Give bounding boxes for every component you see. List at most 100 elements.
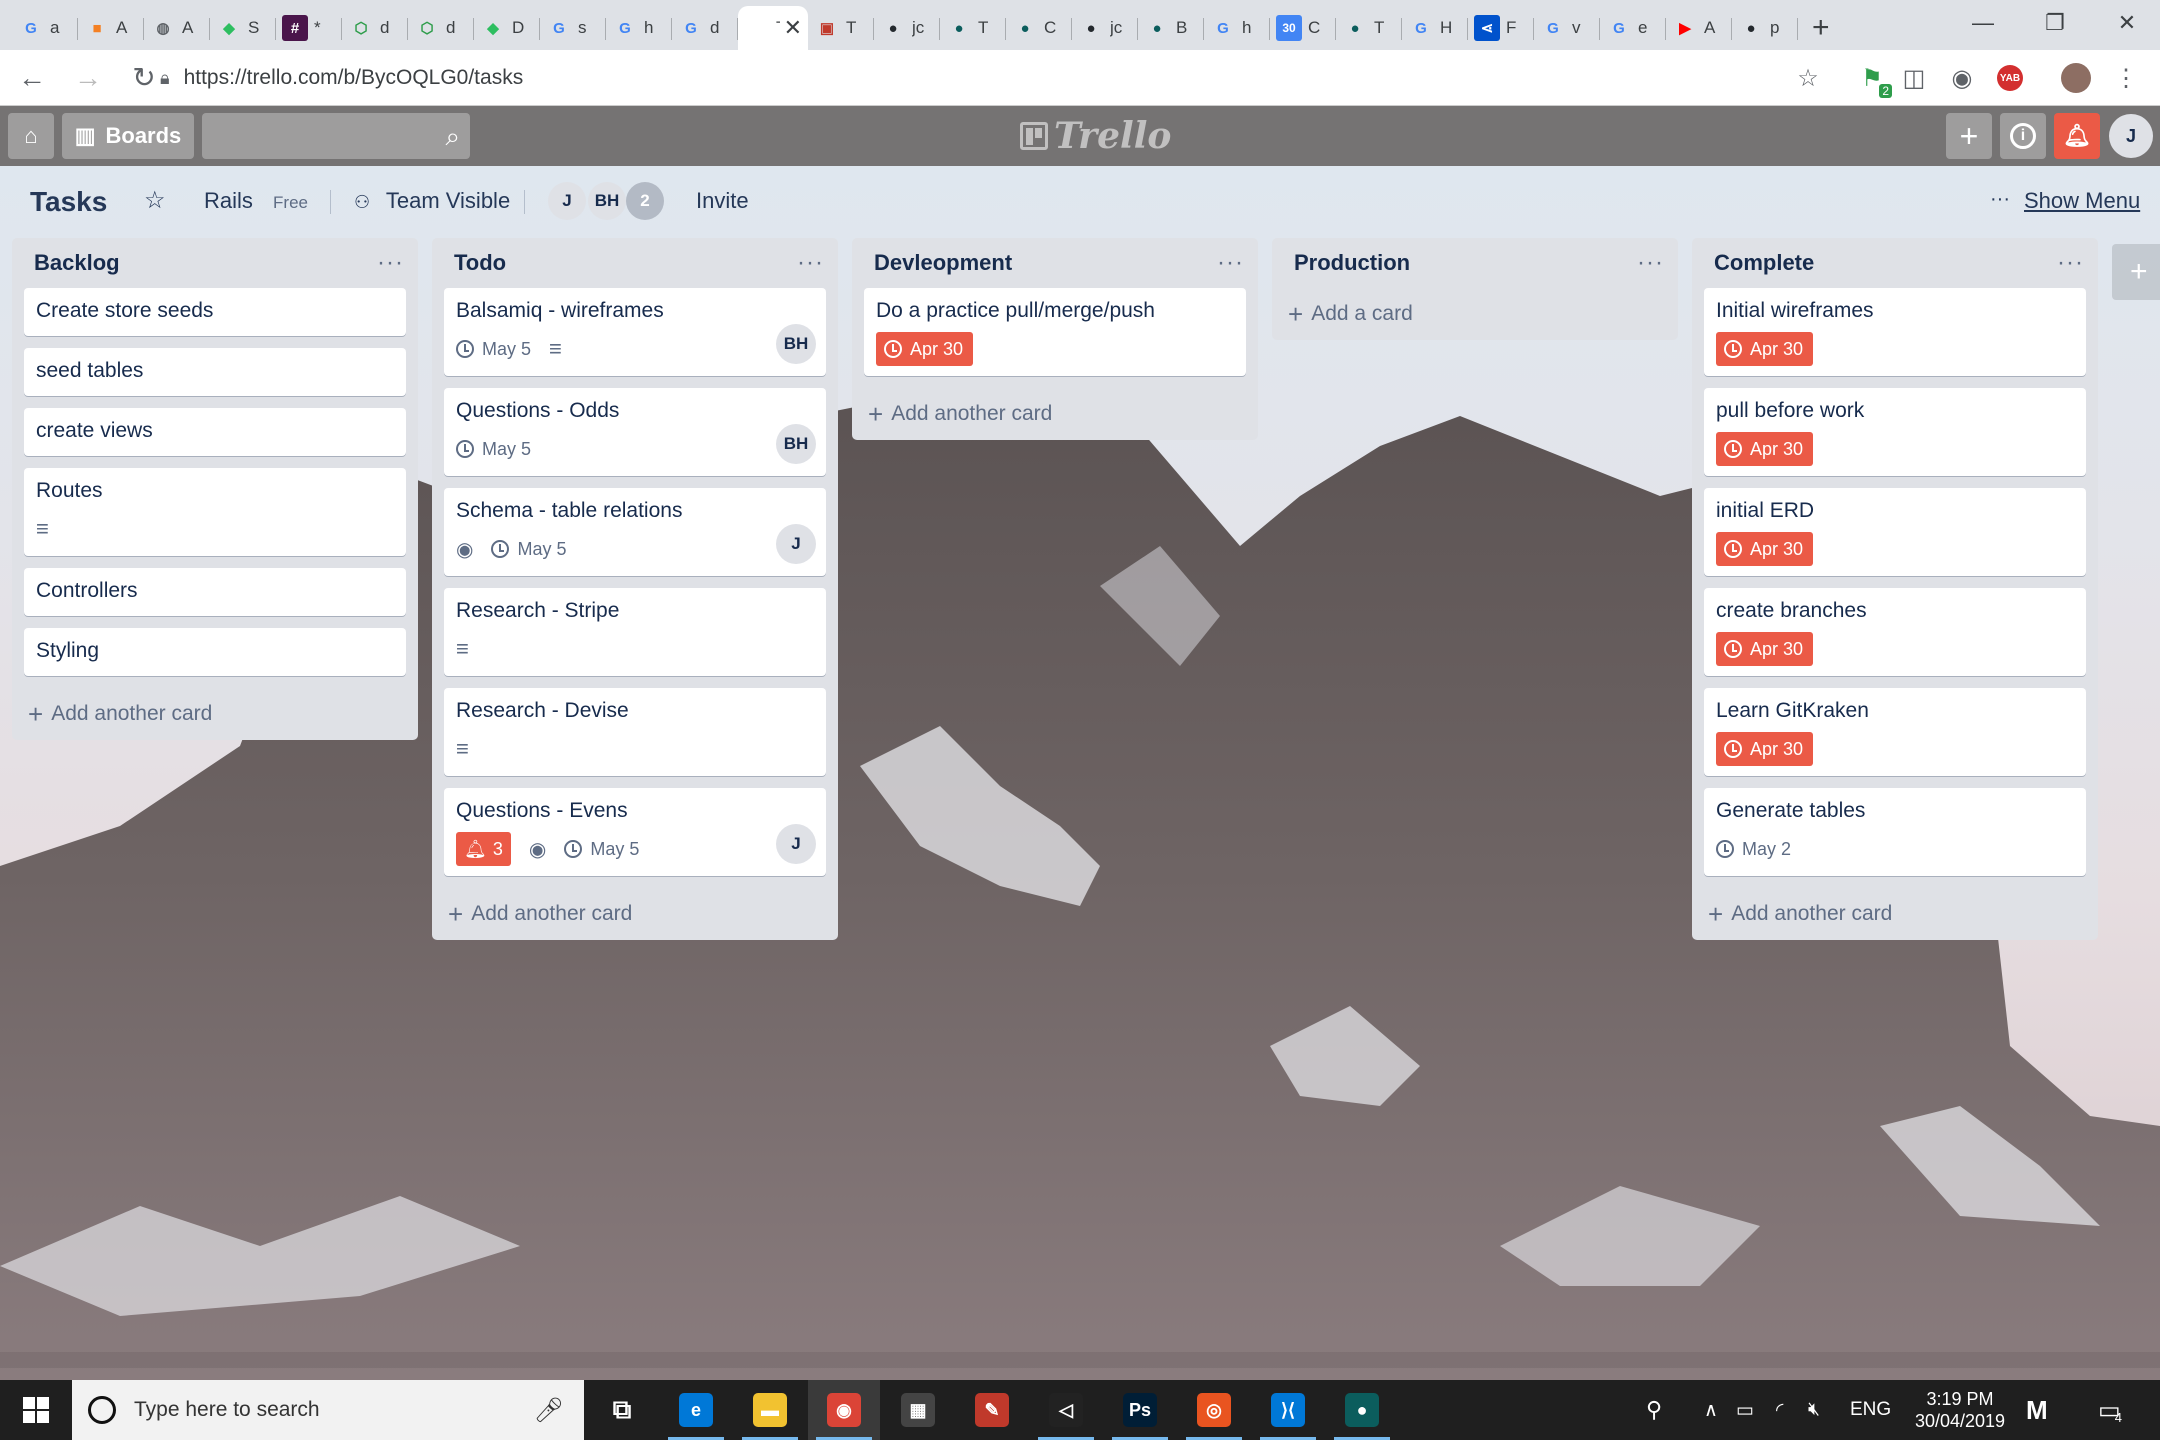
- due-date-badge-overdue[interactable]: Apr 30: [1716, 632, 1814, 666]
- volume-mute-icon[interactable]: 🔇︎: [1808, 1380, 1820, 1440]
- browser-tab[interactable]: ● T: [940, 6, 1006, 50]
- restore-icon[interactable]: ❐: [2022, 0, 2088, 46]
- card[interactable]: Schema - table relations ◉ May 5 J: [444, 488, 826, 576]
- browser-tab[interactable]: ▶ A: [1666, 6, 1732, 50]
- taskbar-app[interactable]: Ps: [1104, 1380, 1176, 1440]
- card[interactable]: initial ERD Apr 30: [1704, 488, 2086, 576]
- due-date-badge[interactable]: May 5: [564, 832, 639, 866]
- list-title[interactable]: Production: [1294, 250, 1410, 276]
- taskbar-app[interactable]: ◉: [808, 1380, 880, 1440]
- notifications-button[interactable]: 🔔︎: [2054, 113, 2100, 159]
- taskbar-search-input[interactable]: Type here to search 🎤︎: [72, 1380, 584, 1440]
- list-menu-icon[interactable]: ···: [1217, 249, 1244, 277]
- add-card-button[interactable]: + Add another card: [852, 388, 1258, 440]
- start-button[interactable]: [0, 1380, 72, 1440]
- card[interactable]: Do a practice pull/merge/push Apr 30: [864, 288, 1246, 376]
- show-hidden-icons[interactable]: ∧: [1704, 1380, 1718, 1440]
- card[interactable]: Learn GitKraken Apr 30: [1704, 688, 2086, 776]
- taskbar-app[interactable]: ⧉: [586, 1380, 658, 1440]
- taskbar-app[interactable]: ◁: [1030, 1380, 1102, 1440]
- horizontal-scrollbar[interactable]: [0, 1352, 2160, 1368]
- browser-tab[interactable]: Ga: [12, 6, 78, 50]
- microphone-icon[interactable]: 🎤︎: [534, 1396, 564, 1425]
- trello-logo[interactable]: Trello: [1020, 115, 1171, 157]
- member-avatar-bh[interactable]: BH: [588, 182, 626, 220]
- card[interactable]: Questions - Evens 🔔︎ 3 ◉ May 5 J: [444, 788, 826, 876]
- yab-extension-icon[interactable]: YAB: [1997, 65, 2023, 91]
- boards-button[interactable]: ▥ Boards: [62, 113, 194, 159]
- profile-avatar[interactable]: [2058, 60, 2094, 96]
- browser-tab[interactable]: GH: [1402, 6, 1468, 50]
- home-button[interactable]: ⌂: [8, 113, 54, 159]
- show-menu-link[interactable]: Show Menu: [2024, 188, 2140, 214]
- browser-tab[interactable]: ● T: [1336, 6, 1402, 50]
- browser-tab[interactable]: ◆ D: [474, 6, 540, 50]
- action-center-icon[interactable]: ▭ 4: [2098, 1380, 2122, 1440]
- more-icon[interactable]: ···: [1990, 188, 2010, 211]
- browser-tab[interactable]: ● p: [1732, 6, 1798, 50]
- camera-extension-icon[interactable]: ◉: [1944, 60, 1980, 96]
- card[interactable]: pull before work Apr 30: [1704, 388, 2086, 476]
- browser-tab[interactable]: Ta✕: [738, 6, 808, 50]
- card[interactable]: Research - Devise ≡: [444, 688, 826, 776]
- card-member-avatar[interactable]: BH: [776, 424, 816, 464]
- browser-tab[interactable]: ● jc: [1072, 6, 1138, 50]
- browser-tab[interactable]: ◍ A: [144, 6, 210, 50]
- browser-tab[interactable]: ▣ T: [808, 6, 874, 50]
- card[interactable]: Styling: [24, 628, 406, 676]
- create-button[interactable]: +: [1946, 113, 1992, 159]
- card-member-avatar[interactable]: J: [776, 824, 816, 864]
- card[interactable]: Generate tables May 2: [1704, 788, 2086, 876]
- wifi-icon[interactable]: ◜: [1776, 1380, 1783, 1440]
- browser-tab[interactable]: Gh: [606, 6, 672, 50]
- list-title[interactable]: Backlog: [34, 250, 120, 276]
- list-menu-icon[interactable]: ···: [1637, 249, 1664, 277]
- browser-tab[interactable]: Gd: [672, 6, 738, 50]
- due-date-badge[interactable]: May 5: [456, 432, 531, 466]
- list-menu-icon[interactable]: ···: [377, 249, 404, 277]
- bookmark-star-icon[interactable]: ☆: [1790, 60, 1826, 96]
- due-date-badge[interactable]: May 5: [491, 532, 566, 566]
- browser-tab[interactable]: ⋖ F: [1468, 6, 1534, 50]
- forward-icon[interactable]: →: [64, 54, 112, 102]
- due-date-badge-overdue[interactable]: Apr 30: [1716, 432, 1814, 466]
- address-bar[interactable]: 🔒︎ https://trello.com/b/BycOQLG0/tasks: [160, 56, 1830, 100]
- close-window-icon[interactable]: ✕: [2094, 0, 2160, 46]
- browser-tab[interactable]: ⬡ d: [408, 6, 474, 50]
- add-card-button[interactable]: + Add another card: [432, 888, 838, 940]
- mail-tray-icon[interactable]: M: [2026, 1380, 2048, 1440]
- taskbar-app[interactable]: ⟩⟨: [1252, 1380, 1324, 1440]
- browser-tab[interactable]: ⬡ d: [342, 6, 408, 50]
- language-indicator[interactable]: ENG: [1850, 1380, 1891, 1440]
- due-date-badge-overdue[interactable]: Apr 30: [1716, 732, 1814, 766]
- extension-icon[interactable]: ⚑ 2: [1854, 60, 1892, 98]
- taskbar-clock[interactable]: 3:19 PM 30/04/2019: [1900, 1388, 2020, 1432]
- team-name[interactable]: Rails Free: [204, 188, 308, 214]
- board-title[interactable]: Tasks: [30, 186, 107, 218]
- add-card-button[interactable]: + Add a card: [1272, 288, 1678, 340]
- member-avatar-j[interactable]: J: [548, 182, 586, 220]
- browser-tab[interactable]: ■ A: [78, 6, 144, 50]
- browser-tab[interactable]: Gs: [540, 6, 606, 50]
- taskbar-app[interactable]: e: [660, 1380, 732, 1440]
- browser-tab[interactable]: ● B: [1138, 6, 1204, 50]
- invite-button[interactable]: Invite: [696, 188, 749, 214]
- bag-extension-icon[interactable]: ◫: [1896, 60, 1932, 96]
- browser-menu-icon[interactable]: ⋮: [2108, 60, 2144, 96]
- browser-tab[interactable]: Gh: [1204, 6, 1270, 50]
- member-count-badge[interactable]: 2: [626, 182, 664, 220]
- minimize-icon[interactable]: —: [1950, 0, 2016, 46]
- card[interactable]: Balsamiq - wireframes May 5 ≡ BH: [444, 288, 826, 376]
- member-menu-button[interactable]: J: [2108, 113, 2154, 159]
- card[interactable]: create branches Apr 30: [1704, 588, 2086, 676]
- card[interactable]: Research - Stripe ≡: [444, 588, 826, 676]
- card[interactable]: seed tables: [24, 348, 406, 396]
- visibility-button[interactable]: ⚇ Team Visible: [354, 188, 510, 214]
- browser-tab[interactable]: ● jc: [874, 6, 940, 50]
- due-date-badge-overdue[interactable]: Apr 30: [1716, 332, 1814, 366]
- card-member-avatar[interactable]: J: [776, 524, 816, 564]
- browser-tab[interactable]: 30 C: [1270, 6, 1336, 50]
- people-icon[interactable]: ⚲: [1646, 1380, 1662, 1440]
- due-date-badge[interactable]: May 2: [1716, 832, 1791, 866]
- new-tab-button[interactable]: +: [1812, 6, 1830, 50]
